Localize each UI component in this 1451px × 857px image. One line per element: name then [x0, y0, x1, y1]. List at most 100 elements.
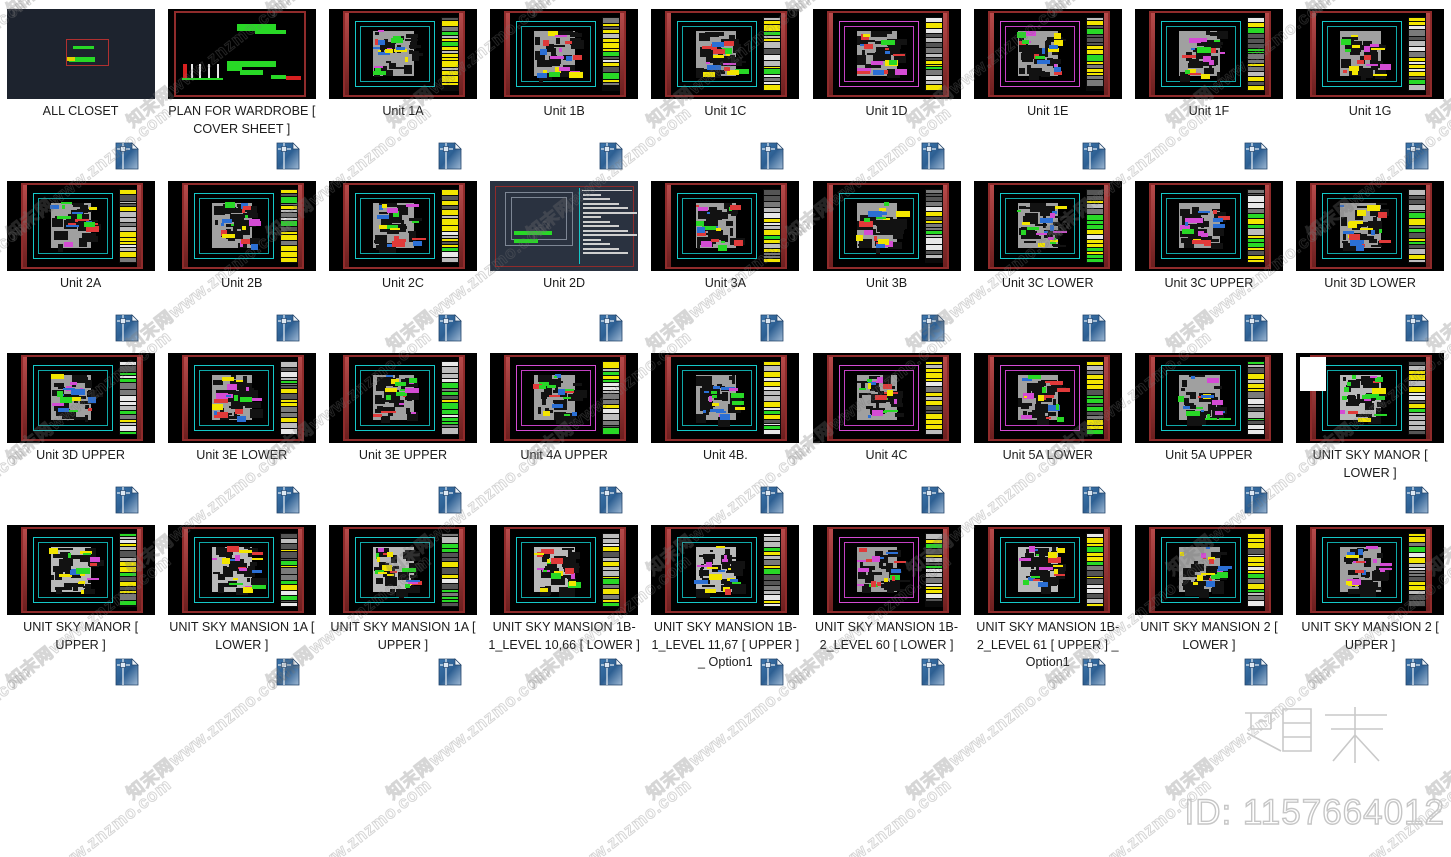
cad-thumbnail[interactable]: [1296, 181, 1445, 271]
file-item[interactable]: UNIT SKY MANSION 1A [ LOWER ]: [161, 516, 322, 688]
file-label[interactable]: Unit 3B: [810, 275, 964, 293]
file-label[interactable]: Unit 1A: [326, 103, 480, 121]
file-label[interactable]: Unit 5A UPPER: [1132, 447, 1286, 465]
thumbnail-wrapper[interactable]: [328, 180, 477, 272]
file-item[interactable]: UNIT SKY MANSION 2 [ LOWER ]: [1128, 516, 1289, 688]
file-item[interactable]: Unit 5A LOWER: [967, 344, 1128, 516]
file-item[interactable]: Unit 3A: [645, 172, 806, 344]
cad-thumbnail[interactable]: [1134, 525, 1283, 615]
file-label[interactable]: Unit 4B.: [648, 447, 802, 465]
thumbnail-wrapper[interactable]: [490, 524, 639, 616]
cad-thumbnail[interactable]: [328, 9, 477, 99]
file-label[interactable]: UNIT SKY MANSION 1A [ UPPER ]: [326, 619, 480, 654]
file-label[interactable]: Unit 3C UPPER: [1132, 275, 1286, 293]
file-item[interactable]: Unit 3B: [806, 172, 967, 344]
file-item[interactable]: UNIT SKY MANSION 2 [ UPPER ]: [1290, 516, 1451, 688]
file-label[interactable]: UNIT SKY MANSION 2 [ LOWER ]: [1132, 619, 1286, 654]
file-item[interactable]: Unit 3C LOWER: [967, 172, 1128, 344]
thumbnail-wrapper[interactable]: [6, 8, 155, 100]
file-label[interactable]: Unit 3C LOWER: [971, 275, 1125, 293]
thumbnail-wrapper[interactable]: [651, 8, 800, 100]
thumbnail-wrapper[interactable]: [490, 352, 639, 444]
file-item[interactable]: Unit 4B.: [645, 344, 806, 516]
cad-thumbnail[interactable]: [6, 181, 155, 271]
file-label[interactable]: Unit 4A UPPER: [487, 447, 641, 465]
file-label[interactable]: Unit 1G: [1293, 103, 1447, 121]
file-label[interactable]: UNIT SKY MANSION 1B-1_LEVEL 10,66 [ LOWE…: [487, 619, 641, 654]
cad-thumbnail[interactable]: [167, 9, 316, 99]
thumbnail-wrapper[interactable]: [812, 524, 961, 616]
cad-thumbnail[interactable]: [167, 353, 316, 443]
cad-thumbnail[interactable]: [6, 525, 155, 615]
cad-thumbnail[interactable]: [812, 181, 961, 271]
thumbnail-wrapper[interactable]: [812, 352, 961, 444]
file-item[interactable]: Unit 1D: [806, 0, 967, 172]
cad-thumbnail[interactable]: [1134, 9, 1283, 99]
thumbnail-wrapper[interactable]: [973, 352, 1122, 444]
cad-thumbnail[interactable]: [1134, 181, 1283, 271]
file-label[interactable]: UNIT SKY MANOR [ UPPER ]: [4, 619, 158, 654]
file-label[interactable]: UNIT SKY MANOR [ LOWER ]: [1293, 447, 1447, 482]
file-item[interactable]: Unit 3E LOWER: [161, 344, 322, 516]
cad-thumbnail[interactable]: [812, 9, 961, 99]
file-label[interactable]: UNIT SKY MANSION 1A [ LOWER ]: [165, 619, 319, 654]
cad-thumbnail[interactable]: [328, 353, 477, 443]
thumbnail-wrapper[interactable]: [328, 352, 477, 444]
thumbnail-wrapper[interactable]: [167, 524, 316, 616]
thumbnail-wrapper[interactable]: [973, 8, 1122, 100]
file-label[interactable]: Unit 3D LOWER: [1293, 275, 1447, 293]
cad-thumbnail[interactable]: [328, 181, 477, 271]
file-label[interactable]: Unit 1D: [810, 103, 964, 121]
cad-thumbnail[interactable]: [1296, 353, 1445, 443]
file-item[interactable]: Unit 1E: [967, 0, 1128, 172]
cad-thumbnail[interactable]: [490, 525, 639, 615]
thumbnail-wrapper[interactable]: [6, 180, 155, 272]
cad-thumbnail[interactable]: [1296, 525, 1445, 615]
file-item[interactable]: UNIT SKY MANSION 1B-1_LEVEL 10,66 [ LOWE…: [484, 516, 645, 688]
file-label[interactable]: Unit 2D: [487, 275, 641, 293]
thumbnail-wrapper[interactable]: [328, 524, 477, 616]
file-item[interactable]: Unit 1A: [322, 0, 483, 172]
cad-thumbnail[interactable]: [6, 353, 155, 443]
thumbnail-wrapper[interactable]: [167, 352, 316, 444]
file-item[interactable]: UNIT SKY MANSION 1A [ UPPER ]: [322, 516, 483, 688]
cad-thumbnail[interactable]: [651, 525, 800, 615]
file-label[interactable]: UNIT SKY MANSION 2 [ UPPER ]: [1293, 619, 1447, 654]
thumbnail-wrapper[interactable]: [1134, 180, 1283, 272]
file-item[interactable]: Unit 1F: [1128, 0, 1289, 172]
file-item[interactable]: Unit 5A UPPER: [1128, 344, 1289, 516]
thumbnail-wrapper[interactable]: [973, 524, 1122, 616]
thumbnail-wrapper[interactable]: [1296, 524, 1445, 616]
file-label[interactable]: UNIT SKY MANSION 1B-2_LEVEL 60 [ LOWER ]: [810, 619, 964, 654]
cad-thumbnail[interactable]: [651, 353, 800, 443]
file-label[interactable]: Unit 3A: [648, 275, 802, 293]
cad-thumbnail[interactable]: [973, 181, 1122, 271]
file-item[interactable]: UNIT SKY MANOR [ LOWER ]: [1290, 344, 1451, 516]
file-label[interactable]: Unit 3E LOWER: [165, 447, 319, 465]
thumbnail-wrapper[interactable]: [1296, 8, 1445, 100]
file-item[interactable]: Unit 3C UPPER: [1128, 172, 1289, 344]
thumbnail-wrapper[interactable]: [1134, 8, 1283, 100]
file-item[interactable]: UNIT SKY MANOR [ UPPER ]: [0, 516, 161, 688]
thumbnail-wrapper[interactable]: [1296, 352, 1445, 444]
thumbnail-wrapper[interactable]: [167, 180, 316, 272]
file-item[interactable]: UNIT SKY MANSION 1B-2_LEVEL 61 [ UPPER ]…: [967, 516, 1128, 688]
file-label[interactable]: PLAN FOR WARDROBE [ COVER SHEET ]: [165, 103, 319, 138]
cad-thumbnail[interactable]: [1134, 353, 1283, 443]
file-item[interactable]: Unit 3D LOWER: [1290, 172, 1451, 344]
thumbnail-wrapper[interactable]: [6, 524, 155, 616]
cad-thumbnail[interactable]: [6, 9, 155, 99]
cad-thumbnail[interactable]: [490, 9, 639, 99]
cad-thumbnail[interactable]: [651, 9, 800, 99]
file-item[interactable]: Unit 2B: [161, 172, 322, 344]
cad-thumbnail[interactable]: [973, 525, 1122, 615]
file-label[interactable]: ALL CLOSET: [4, 103, 158, 121]
thumbnail-wrapper[interactable]: [6, 352, 155, 444]
file-label[interactable]: Unit 2C: [326, 275, 480, 293]
file-label[interactable]: Unit 2B: [165, 275, 319, 293]
file-item[interactable]: Unit 1C: [645, 0, 806, 172]
file-label[interactable]: Unit 1F: [1132, 103, 1286, 121]
file-label[interactable]: Unit 4C: [810, 447, 964, 465]
cad-thumbnail[interactable]: [490, 353, 639, 443]
file-label[interactable]: Unit 1B: [487, 103, 641, 121]
